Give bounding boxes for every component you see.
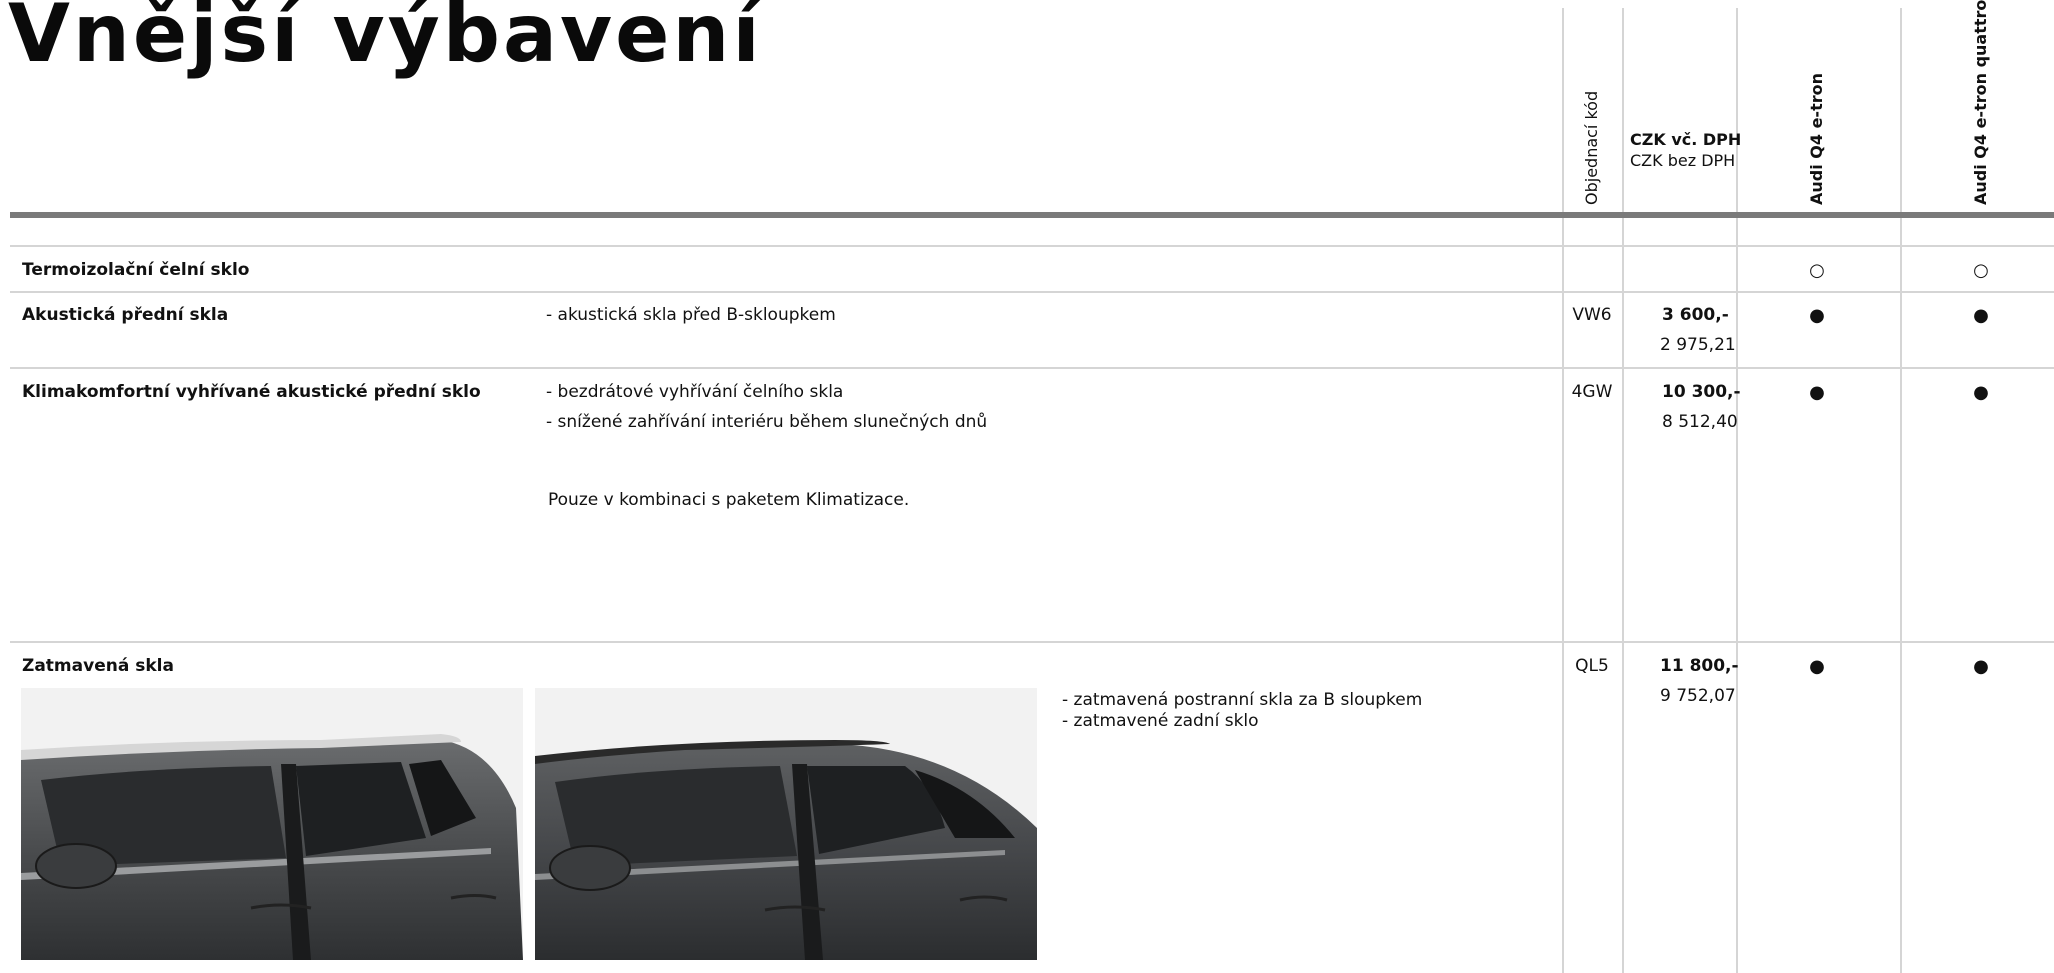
price-without-vat: 9 752,07 <box>1660 686 1736 706</box>
item-name: Akustická přední skla <box>22 305 229 325</box>
item-description: - snížené zahřívání interiéru během slun… <box>546 412 988 432</box>
price-without-vat: 8 512,40 <box>1662 412 1738 432</box>
row-divider <box>10 367 2054 369</box>
item-description: - akustická skla před B-skloupkem <box>546 305 836 325</box>
availability-q4-etron-quattro: ● <box>1973 656 1989 677</box>
row-divider <box>10 291 2054 293</box>
order-code: 4GW <box>1571 382 1613 402</box>
price-without-vat-header: CZK bez DPH <box>1630 151 1736 170</box>
header-rule <box>10 212 2054 218</box>
availability-q4-etron-quattro: ○ <box>1973 260 1989 281</box>
price-header: CZK vč. DPH CZK bez DPH <box>1630 129 1741 171</box>
availability-q4-etron: ○ <box>1809 260 1825 281</box>
row-divider <box>10 641 2054 643</box>
item-note: Pouze v kombinaci s paketem Klimatizace. <box>548 490 910 510</box>
row-divider <box>10 245 2054 247</box>
car-photo-suv <box>21 688 523 960</box>
availability-q4-etron-quattro: ● <box>1973 382 1989 403</box>
model-header-q4-etron: Audi Q4 e-tron <box>1807 73 1826 205</box>
model-header-q4-etron-quattro: Audi Q4 e-tron quattro <box>1971 0 1990 205</box>
availability-q4-etron-quattro: ● <box>1973 305 1989 326</box>
availability-q4-etron: ● <box>1809 305 1825 326</box>
column-divider <box>1562 8 1564 973</box>
item-name: Termoizolační čelní sklo <box>22 260 250 280</box>
price-with-vat: 3 600,- <box>1662 305 1729 325</box>
availability-q4-etron: ● <box>1809 382 1825 403</box>
order-code-header: Objednací kód <box>1582 90 1601 205</box>
availability-q4-etron: ● <box>1809 656 1825 677</box>
page-title: Vnější výbavení <box>8 0 763 80</box>
item-description: - zatmavená postranní skla za B sloupkem <box>1062 690 1423 710</box>
car-photo-sportback <box>535 688 1037 960</box>
price-with-vat-header: CZK vč. DPH <box>1630 130 1742 149</box>
column-divider <box>1622 8 1624 973</box>
item-description: - bezdrátové vyhřívání čelního skla <box>546 382 844 402</box>
price-with-vat: 10 300,- <box>1662 382 1741 402</box>
item-description: - zatmavené zadní sklo <box>1062 711 1259 731</box>
price-with-vat: 11 800,- <box>1660 656 1739 676</box>
order-code: QL5 <box>1575 656 1609 676</box>
item-name: Zatmavená skla <box>22 656 174 676</box>
item-name: Klimakomfortní vyhřívané akustické předn… <box>22 382 481 402</box>
order-code: VW6 <box>1572 305 1612 325</box>
column-divider <box>1900 8 1902 973</box>
price-without-vat: 2 975,21 <box>1660 335 1736 355</box>
